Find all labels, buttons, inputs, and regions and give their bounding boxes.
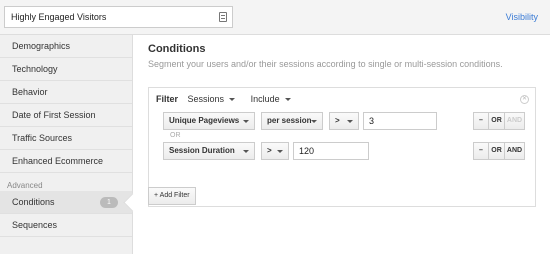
conditions-count-badge: 1 [100, 197, 118, 208]
dimension-select-value: Session Duration [169, 146, 235, 155]
sidebar-item-enhanced-ecommerce[interactable]: Enhanced Ecommerce [0, 150, 132, 173]
sidebar-group-advanced: Advanced [7, 181, 43, 190]
chevron-down-icon [277, 150, 283, 153]
dimension-select-value: Unique Pageviews [169, 116, 240, 125]
operator-select[interactable]: > [261, 142, 289, 160]
per-select-value: per session [267, 116, 312, 125]
add-filter-button[interactable]: + Add Filter [148, 187, 196, 205]
sidebar-item-sequences[interactable]: Sequences [0, 214, 132, 237]
chevron-down-icon [229, 98, 236, 102]
or-button[interactable]: OR [489, 112, 505, 130]
and-button[interactable]: AND [505, 142, 525, 160]
condition-row-2: Session Duration > 120 – OR AND [163, 142, 533, 160]
and-button[interactable]: AND [505, 112, 525, 130]
filter-label: Filter [156, 94, 179, 104]
condition-actions: – OR AND [473, 142, 525, 160]
sidebar-item-label: Conditions [12, 197, 55, 207]
sidebar-item-label: Enhanced Ecommerce [12, 156, 104, 166]
sidebar-item-label: Sequences [12, 220, 58, 230]
sidebar-item-label: Technology [12, 64, 58, 74]
or-separator: OR [170, 132, 181, 139]
page-subtitle: Segment your users and/or their sessions… [148, 59, 503, 69]
operator-select-value: > [335, 116, 340, 125]
sidebar-item-traffic-sources[interactable]: Traffic Sources [0, 127, 132, 150]
sidebar: Demographics Technology Behavior Date of… [0, 35, 133, 254]
or-button[interactable]: OR [489, 142, 505, 160]
operator-select[interactable]: > [329, 112, 359, 130]
sidebar-item-date-of-first-session[interactable]: Date of First Session [0, 104, 132, 127]
filter-header: Filter Sessions Include [156, 94, 304, 108]
sidebar-item-label: Demographics [12, 41, 71, 51]
operator-select-value: > [267, 146, 272, 155]
dimension-select[interactable]: Unique Pageviews [163, 112, 255, 130]
condition-row-1: Unique Pageviews per session > 3 – OR AN… [163, 112, 533, 130]
value-input[interactable]: 3 [363, 112, 437, 130]
chevron-down-icon [284, 98, 291, 102]
chevron-down-icon [243, 120, 249, 123]
sidebar-item-label: Traffic Sources [12, 133, 73, 143]
chevron-down-icon [347, 120, 353, 123]
mode-select-value: Include [250, 94, 280, 104]
condition-actions: – OR AND [473, 112, 525, 130]
chevron-down-icon [311, 120, 317, 123]
visibility-link[interactable]: Visibility [506, 12, 538, 22]
remove-filter-icon[interactable]: ✕ [520, 95, 529, 104]
sidebar-item-behavior[interactable]: Behavior [0, 81, 132, 104]
filter-box: Filter Sessions Include ✕ Unique Pagevie… [148, 87, 536, 207]
remove-condition-button[interactable]: – [473, 112, 489, 130]
segment-header: Highly Engaged Visitors Visibility [0, 0, 550, 35]
sidebar-item-technology[interactable]: Technology [0, 58, 132, 81]
sidebar-item-label: Date of First Session [12, 110, 96, 120]
sidebar-item-demographics[interactable]: Demographics [0, 35, 132, 58]
sidebar-item-label: Behavior [12, 87, 48, 97]
scope-select-value: Sessions [187, 94, 225, 104]
remove-condition-button[interactable]: – [473, 142, 489, 160]
scope-select[interactable]: Sessions [188, 94, 236, 104]
mode-select[interactable]: Include [251, 94, 291, 104]
chevron-down-icon [243, 150, 249, 153]
segment-name-input[interactable]: Highly Engaged Visitors [4, 6, 233, 28]
sidebar-item-conditions[interactable]: Conditions 1 [0, 191, 132, 214]
value-input[interactable]: 120 [293, 142, 369, 160]
dimension-select[interactable]: Session Duration [163, 142, 255, 160]
conditions-panel: Conditions Segment your users and/or the… [134, 35, 550, 254]
per-select[interactable]: per session [261, 112, 323, 130]
notes-icon[interactable] [219, 12, 227, 22]
segment-name-value: Highly Engaged Visitors [11, 12, 107, 22]
page-title: Conditions [148, 43, 206, 55]
